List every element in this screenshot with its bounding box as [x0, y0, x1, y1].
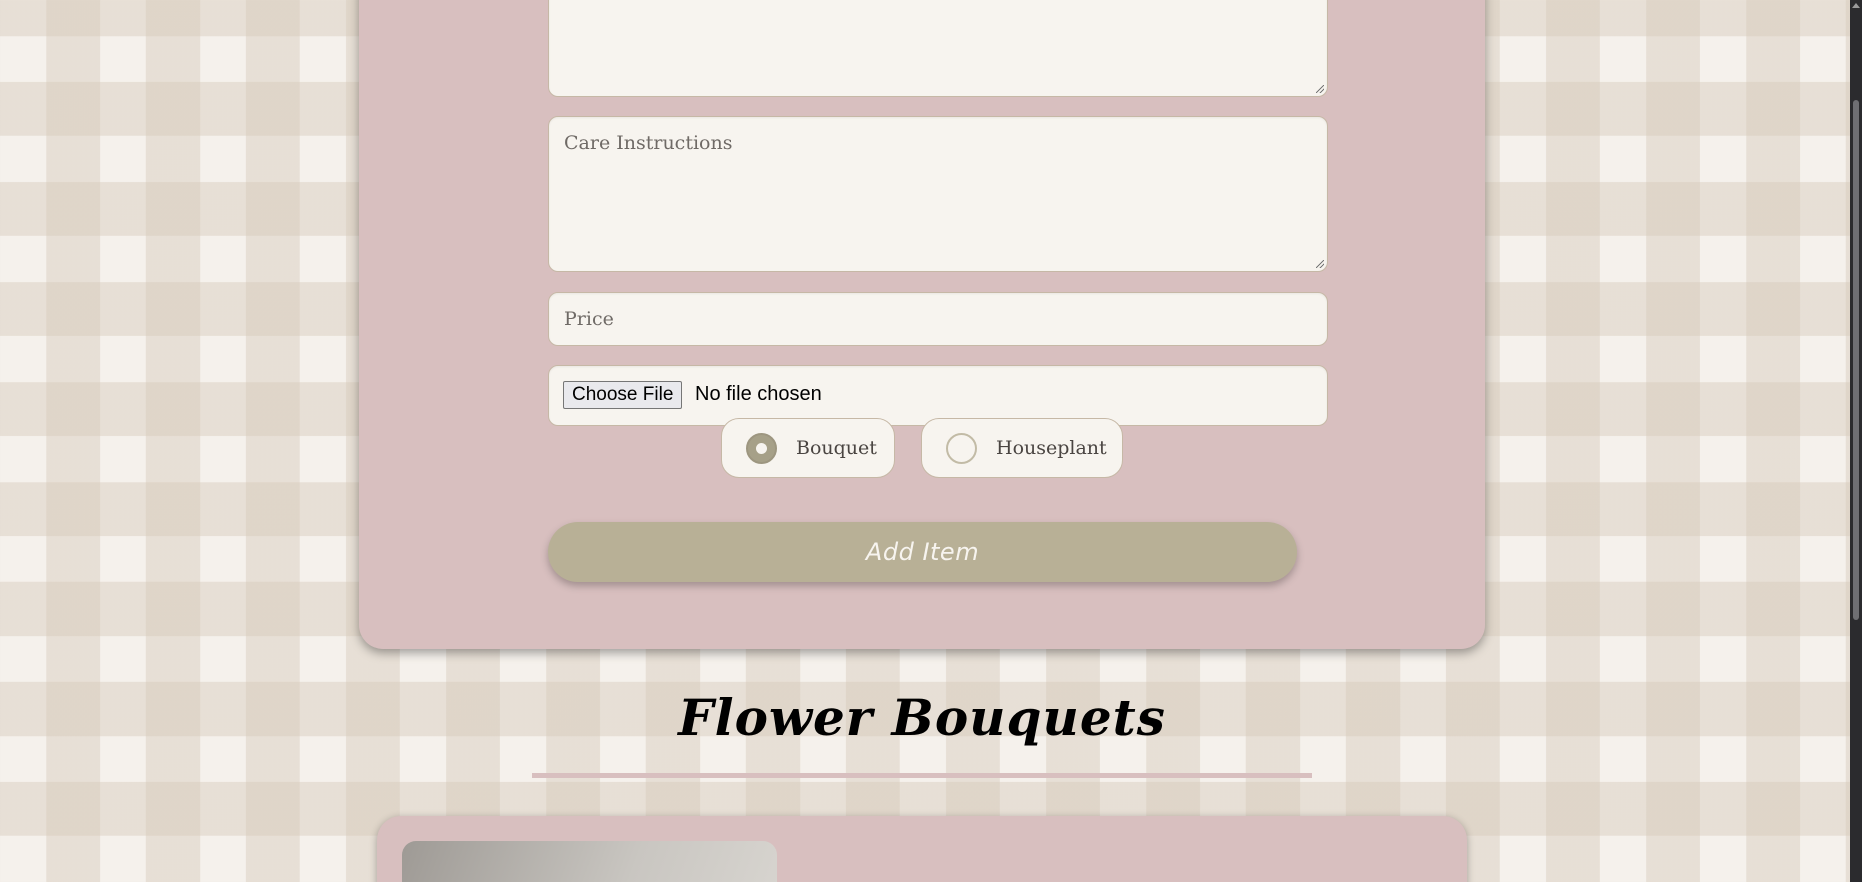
price-input[interactable]: Price [548, 292, 1328, 346]
price-placeholder: Price [564, 308, 614, 330]
radio-option-houseplant[interactable]: Houseplant [921, 418, 1123, 478]
scrollbar-thumb[interactable] [1853, 100, 1859, 620]
resize-handle-icon[interactable] [1316, 260, 1324, 268]
radio-label-houseplant: Houseplant [996, 437, 1107, 459]
product-image [402, 841, 777, 882]
care-instructions-textarea[interactable]: Care Instructions [548, 116, 1328, 272]
radio-checked-icon[interactable] [746, 432, 777, 464]
choose-file-button[interactable]: Choose File [563, 381, 683, 409]
radio-label-bouquet: Bouquet [796, 437, 877, 459]
add-item-form-card: Care Instructions Price Choose File No f… [359, 0, 1485, 649]
section-title: Flower Bouquets [678, 688, 1166, 747]
file-status-text: No file chosen [695, 383, 822, 405]
description-textarea[interactable] [548, 0, 1328, 97]
add-item-button[interactable]: Add Item [548, 522, 1297, 582]
resize-handle-icon[interactable] [1316, 85, 1324, 93]
care-instructions-placeholder: Care Instructions [564, 132, 733, 154]
radio-unchecked-icon[interactable] [946, 432, 977, 464]
image-file-input[interactable]: Choose File No file chosen [548, 365, 1328, 426]
page-scrollbar[interactable] [1850, 0, 1862, 882]
title-divider [532, 773, 1312, 778]
product-card [377, 816, 1467, 882]
radio-option-bouquet[interactable]: Bouquet [721, 418, 895, 478]
scroll-up-arrow-icon[interactable] [1852, 3, 1860, 8]
